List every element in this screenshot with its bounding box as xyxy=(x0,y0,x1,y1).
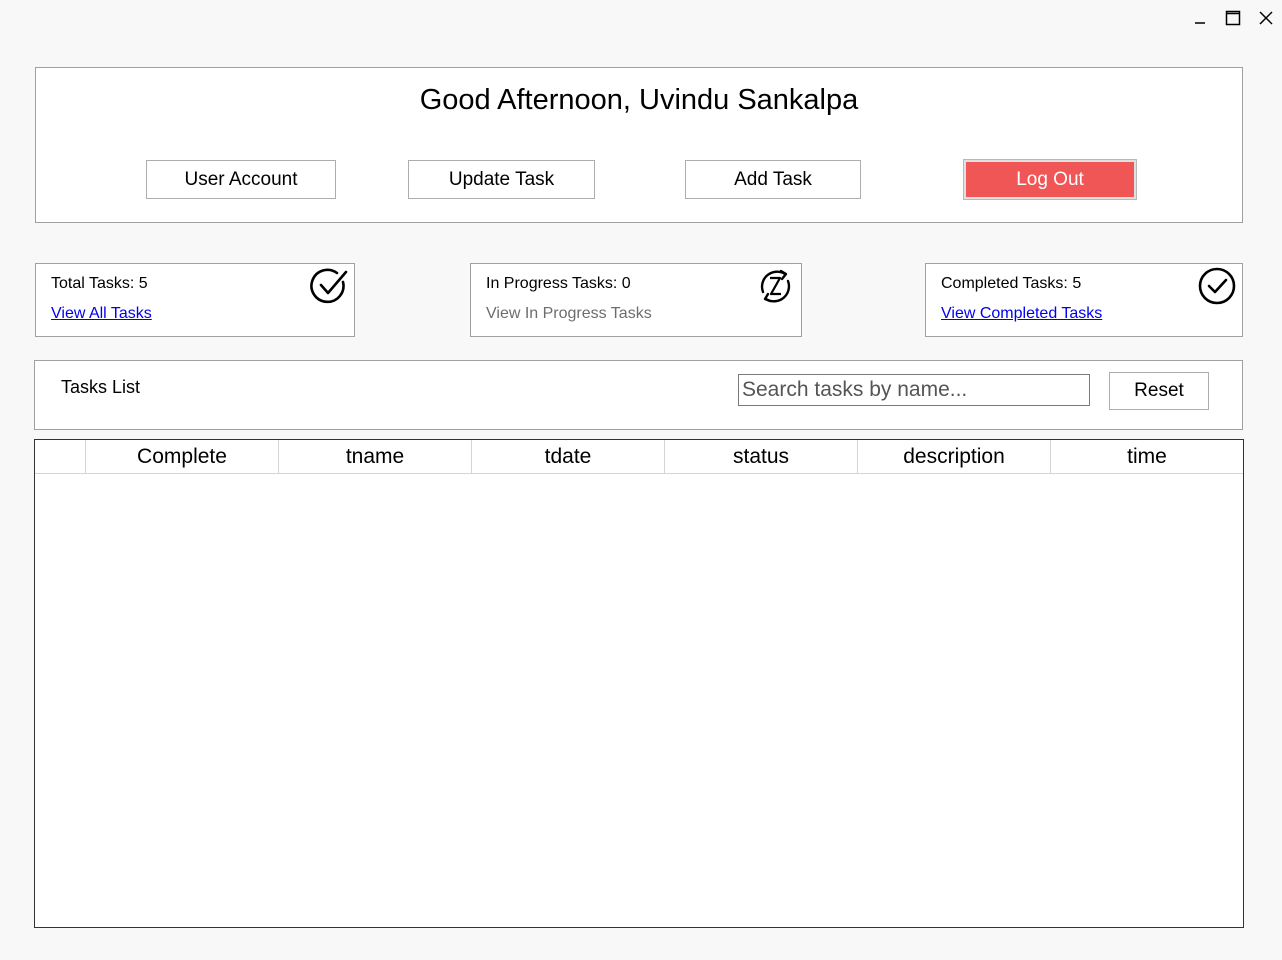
log-out-button[interactable]: Log Out xyxy=(963,159,1137,200)
maximize-icon xyxy=(1225,10,1241,26)
view-all-tasks-link[interactable]: View All Tasks xyxy=(51,305,152,323)
column-header-status[interactable]: status xyxy=(665,440,858,473)
greeting-title: Good Afternoon, Uvindu Sankalpa xyxy=(419,84,859,116)
total-tasks-count: Total Tasks: 5 xyxy=(51,275,148,292)
maximize-button[interactable] xyxy=(1221,6,1245,30)
user-account-button[interactable]: User Account xyxy=(146,160,336,199)
close-button[interactable] xyxy=(1254,6,1278,30)
search-input[interactable] xyxy=(738,374,1090,406)
tasks-grid[interactable]: Complete tname tdate status description … xyxy=(34,439,1244,928)
completed-check-icon xyxy=(1198,267,1236,305)
column-header-description[interactable]: description xyxy=(858,440,1051,473)
in-progress-tasks-count: In Progress Tasks: 0 xyxy=(486,275,631,292)
update-task-button[interactable]: Update Task xyxy=(408,160,595,199)
tasks-list-label: Tasks List xyxy=(61,377,141,397)
close-icon xyxy=(1259,11,1273,25)
row-header-corner[interactable] xyxy=(35,440,86,473)
completed-tasks-card: Completed Tasks: 5 View Completed Tasks xyxy=(925,263,1243,337)
reset-button[interactable]: Reset xyxy=(1109,372,1209,410)
in-progress-icon xyxy=(760,269,791,303)
total-tasks-card: Total Tasks: 5 View All Tasks xyxy=(35,263,355,337)
column-header-complete[interactable]: Complete xyxy=(86,440,279,473)
grid-header: Complete tname tdate status description … xyxy=(35,440,1243,474)
completed-tasks-count: Completed Tasks: 5 xyxy=(941,275,1082,292)
view-completed-tasks-link[interactable]: View Completed Tasks xyxy=(941,305,1102,323)
column-header-tname[interactable]: tname xyxy=(279,440,472,473)
view-in-progress-tasks-link[interactable]: View In Progress Tasks xyxy=(486,305,652,323)
column-header-time[interactable]: time xyxy=(1051,440,1243,473)
minimize-button[interactable] xyxy=(1188,6,1212,30)
minimize-icon xyxy=(1195,22,1205,24)
add-task-button[interactable]: Add Task xyxy=(685,160,861,199)
in-progress-tasks-card: In Progress Tasks: 0 View In Progress Ta… xyxy=(470,263,802,337)
check-circle-icon xyxy=(310,268,348,304)
tasks-list-panel: Tasks List Reset xyxy=(34,360,1243,430)
column-header-tdate[interactable]: tdate xyxy=(472,440,665,473)
header-panel: Good Afternoon, Uvindu Sankalpa User Acc… xyxy=(35,67,1243,223)
